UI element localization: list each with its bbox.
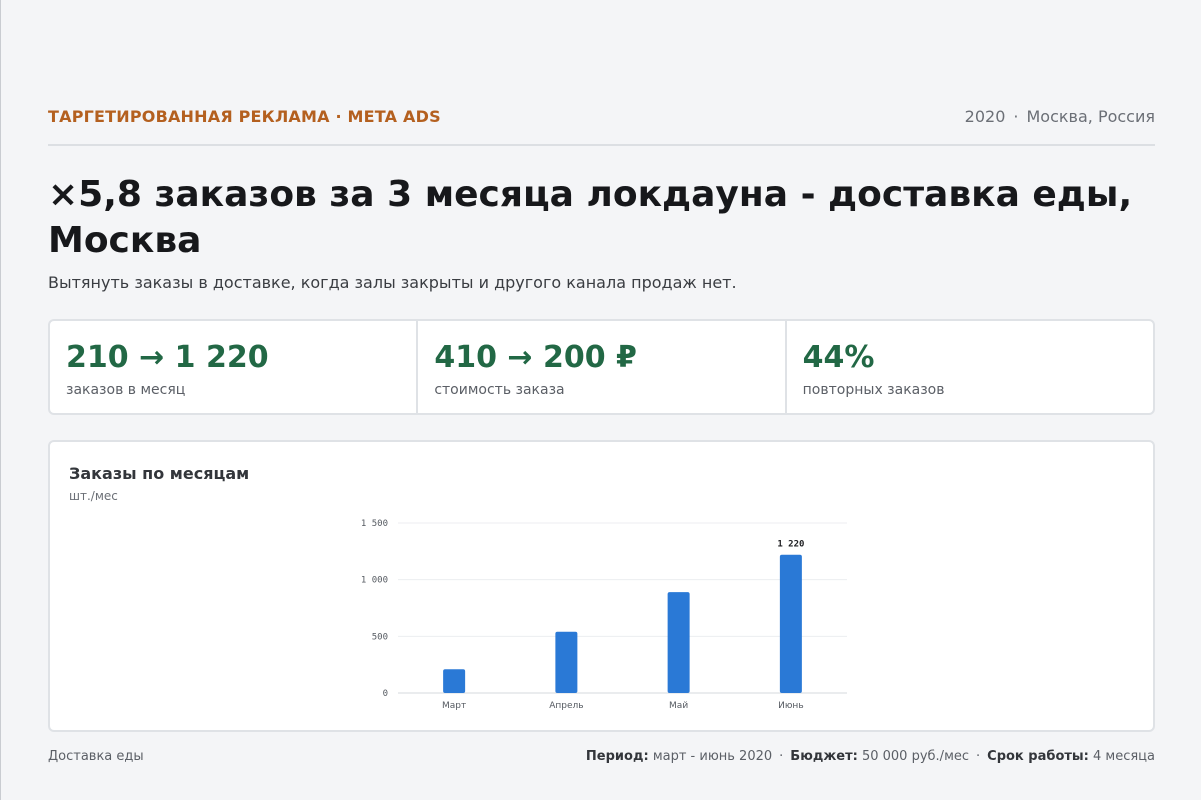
bar: [667, 592, 690, 693]
x-tick-label: Май: [669, 701, 688, 711]
x-tick-label: Апрель: [549, 701, 583, 711]
stat-repeat-orders: 44% повторных заказов: [787, 321, 1153, 413]
meta-separator: ·: [1013, 107, 1019, 126]
stat-label: стоимость заказа: [434, 382, 565, 398]
stat-value: 44%: [802, 340, 875, 375]
data-label: 1 220: [777, 540, 804, 550]
footer-category: Доставка еды: [48, 749, 144, 764]
stat-order-cost: 410 → 200 ₽ стоимость заказа: [418, 321, 787, 413]
stat-label: повторных заказов: [802, 382, 945, 398]
term-value: 4 месяца: [1093, 749, 1155, 764]
x-tick-label: Март: [442, 701, 466, 711]
year: 2020: [964, 107, 1006, 126]
stat-label: заказов в месяц: [66, 382, 186, 398]
location: Москва, Россия: [1026, 107, 1155, 126]
bar: [443, 669, 466, 693]
footer-separator: ·: [779, 749, 784, 764]
period-value: март - июнь 2020: [652, 749, 773, 764]
footer-separator: ·: [976, 749, 981, 764]
period-label: Период:: [585, 749, 649, 764]
budget-value: 50 000 руб./мес: [861, 749, 970, 764]
orders-bar-chart: 0 500 1 000 1 500 Март Апрель Май Июнь 1 220: [361, 519, 847, 711]
x-tick-label: Июнь: [778, 701, 804, 711]
bar: [779, 554, 802, 693]
budget-label: Бюджет:: [790, 749, 858, 764]
top-bar: ТАРГЕТИРОВАННАЯ РЕКЛАМА · META ADS 2020 ·…: [48, 104, 1155, 146]
stat-value: 410 → 200 ₽: [434, 340, 637, 375]
footer-details: Период: март - июнь 2020 · Бюджет: 50 000 …: [586, 749, 1155, 764]
y-tick-label: 1 000: [361, 576, 388, 586]
y-tick-label: 1 500: [361, 519, 388, 529]
page-subtitle: Вытянуть заказы в доставке, когда залы з…: [48, 273, 737, 292]
chart-card: Заказы по месяцам шт./мес 0 500 1 000 1 500…: [48, 440, 1155, 732]
meta-info: 2020 · Москва, Россия: [965, 107, 1155, 126]
stat-value: 210 → 1 220: [66, 340, 269, 375]
y-tick-label: 500: [372, 632, 388, 642]
bar: [555, 631, 578, 693]
term-label: Срок работы:: [987, 749, 1089, 764]
stat-orders: 210 → 1 220 заказов в месяц: [50, 321, 419, 413]
y-tick-label: 0: [383, 689, 388, 699]
page-title: ×5,8 заказов за 3 месяца локдауна - дост…: [48, 174, 1133, 261]
stats-panel: 210 → 1 220 заказов в месяц 410 → 200 ₽ …: [48, 319, 1155, 415]
category-eyebrow: ТАРГЕТИРОВАННАЯ РЕКЛАМА · META ADS: [48, 107, 441, 126]
